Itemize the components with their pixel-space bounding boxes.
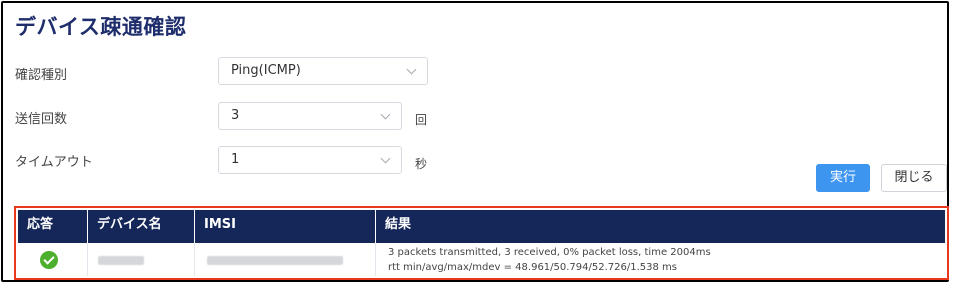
- header-device-name: デバイス名: [88, 210, 195, 243]
- send-count-select[interactable]: 3: [218, 102, 402, 130]
- send-count-unit: 回: [415, 113, 428, 127]
- header-imsi: IMSI: [195, 210, 376, 243]
- send-count-value: 3: [231, 108, 240, 123]
- table-header: 応答 デバイス名 IMSI 結果: [18, 210, 945, 243]
- check-type-select[interactable]: Ping(ICMP): [218, 57, 428, 85]
- table-row: 3 packets transmitted, 3 received, 0% pa…: [18, 243, 945, 276]
- timeout-value: 1: [231, 152, 240, 167]
- result-line-1: 3 packets transmitted, 3 received, 0% pa…: [388, 247, 711, 258]
- chevron-down-icon: [380, 153, 391, 164]
- redacted-imsi: [207, 256, 343, 265]
- send-count-label: 送信回数: [15, 112, 68, 127]
- timeout-label: タイムアウト: [15, 155, 93, 170]
- header-response: 応答: [18, 210, 88, 243]
- dialog: デバイス疎通確認 確認種別 Ping(ICMP) 送信回数 3 回 タイムアウト…: [1, 1, 949, 282]
- check-type-value: Ping(ICMP): [231, 63, 301, 78]
- success-check-icon: [40, 251, 58, 269]
- page-title: デバイス疎通確認: [15, 15, 187, 39]
- redacted-device-name: [98, 256, 144, 265]
- chevron-down-icon: [380, 109, 391, 120]
- timeout-unit: 秒: [415, 157, 428, 171]
- header-result: 結果: [385, 217, 412, 232]
- cell-imsi: [195, 243, 376, 276]
- check-type-label: 確認種別: [15, 68, 68, 83]
- cell-result: 3 packets transmitted, 3 received, 0% pa…: [376, 243, 945, 276]
- results-table: 応答 デバイス名 IMSI 結果 3 packets transmitted, …: [14, 206, 949, 280]
- cell-device-name: [88, 243, 195, 276]
- timeout-select[interactable]: 1: [218, 146, 402, 174]
- chevron-down-icon: [406, 64, 417, 75]
- cell-response: [18, 243, 88, 276]
- execute-button[interactable]: 実行: [816, 164, 870, 192]
- close-button[interactable]: 閉じる: [881, 164, 947, 192]
- result-line-2: rtt min/avg/max/mdev = 48.961/50.794/52.…: [388, 262, 678, 273]
